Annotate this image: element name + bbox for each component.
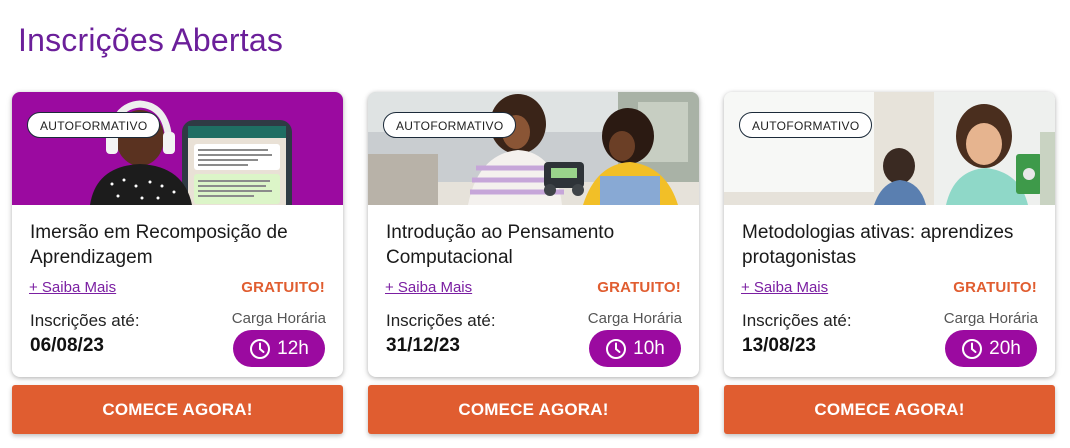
girl-classroom-image — [724, 92, 1055, 205]
price-label: GRATUITO! — [953, 279, 1037, 296]
price-label: GRATUITO! — [597, 279, 681, 296]
deadline-date: 13/08/23 — [742, 335, 816, 356]
workload-hours: 12h — [277, 337, 309, 359]
course-thumbnail: AUTOFORMATIVO — [724, 92, 1055, 205]
course-cards: AUTOFORMATIVO Imersão em Recomposição de… — [0, 0, 1070, 448]
workload-hours: 20h — [989, 337, 1021, 359]
course-type-badge: AUTOFORMATIVO — [739, 112, 873, 138]
course-title: Imersão em Recomposição de Aprendizagem — [30, 222, 288, 268]
deadline-label: Inscrições até: — [386, 311, 496, 330]
course-thumbnail: AUTOFORMATIVO — [368, 92, 699, 205]
saiba-mais-link[interactable]: + Saiba Mais — [29, 279, 116, 296]
start-now-button[interactable]: COMECE AGORA! — [724, 385, 1055, 434]
kids-robot-image — [368, 92, 699, 205]
course-card: AUTOFORMATIVO Metodologias ativas: apren… — [724, 92, 1055, 377]
workload-badge: 20h — [945, 330, 1037, 367]
course-type-badge: AUTOFORMATIVO — [383, 112, 517, 138]
course-thumbnail: AUTOFORMATIVO — [12, 92, 343, 205]
workload-label: Carga Horária — [943, 310, 1038, 327]
course-type-badge: AUTOFORMATIVO — [27, 112, 161, 138]
clock-icon — [250, 338, 271, 359]
saiba-mais-link[interactable]: + Saiba Mais — [385, 279, 472, 296]
deadline-label: Inscrições até: — [742, 311, 852, 330]
deadline-label: Inscrições até: — [30, 311, 140, 330]
saiba-mais-link[interactable]: + Saiba Mais — [741, 279, 828, 296]
workload-badge: 12h — [233, 330, 325, 367]
deadline-date: 31/12/23 — [386, 335, 460, 356]
course-card: AUTOFORMATIVO Imersão em Recomposição de… — [12, 92, 343, 377]
course-title: Introdução ao Pensamento Computacional — [386, 222, 615, 268]
clock-icon — [962, 338, 983, 359]
course-card: AUTOFORMATIVO Introdução ao Pensamento C… — [368, 92, 699, 377]
price-label: GRATUITO! — [241, 279, 325, 296]
start-now-button[interactable]: COMECE AGORA! — [368, 385, 699, 434]
clock-icon — [606, 338, 627, 359]
workload-label: Carga Horária — [231, 310, 326, 327]
woman-headphones-image — [12, 92, 343, 205]
deadline-date: 06/08/23 — [30, 335, 104, 356]
course-card-body[interactable]: AUTOFORMATIVO Introdução ao Pensamento C… — [368, 92, 699, 377]
course-card-body[interactable]: AUTOFORMATIVO Metodologias ativas: apren… — [724, 92, 1055, 377]
workload-badge: 10h — [589, 330, 681, 367]
course-card-body[interactable]: AUTOFORMATIVO Imersão em Recomposição de… — [12, 92, 343, 377]
workload-hours: 10h — [633, 337, 665, 359]
workload-label: Carga Horária — [587, 310, 682, 327]
start-now-button[interactable]: COMECE AGORA! — [12, 385, 343, 434]
course-title: Metodologias ativas: aprendizes protagon… — [742, 222, 1014, 268]
